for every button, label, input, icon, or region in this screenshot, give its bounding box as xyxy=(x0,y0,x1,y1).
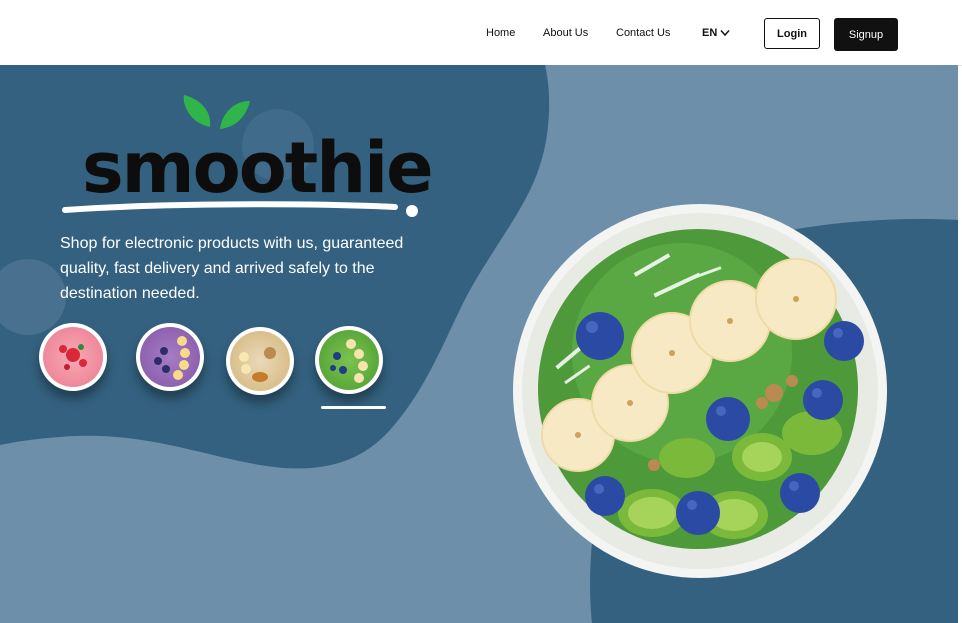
hero-tagline: Shop for electronic products with us, gu… xyxy=(60,235,404,302)
kiwi-icon xyxy=(330,339,368,383)
logo-text: smoothie xyxy=(82,127,434,209)
language-selector[interactable]: EN xyxy=(702,27,730,39)
banana-slices-icon xyxy=(154,336,190,380)
nav-link-contact-us[interactable]: Contact Us xyxy=(616,27,670,39)
thumbnail-banana-granola-bowl[interactable] xyxy=(226,327,294,395)
smoothie-bowl-image xyxy=(513,204,887,578)
language-label: EN xyxy=(702,27,718,39)
login-button[interactable]: Login xyxy=(764,18,820,49)
nav-link-about-us[interactable]: About Us xyxy=(543,27,588,39)
granola-icon xyxy=(239,347,276,382)
active-thumbnail-indicator xyxy=(321,406,386,409)
thumbnail-strawberry-bowl[interactable] xyxy=(39,323,107,391)
nav-link-home[interactable]: Home xyxy=(486,27,515,39)
signup-button[interactable]: Signup xyxy=(834,18,898,51)
hero-section: smoothie Shop for electronic products wi… xyxy=(0,65,958,623)
top-navbar: Home About Us Contact Us EN Login Signup xyxy=(0,0,962,66)
smoothie-logo: smoothie xyxy=(60,95,434,225)
thumbnail-kiwi-blueberry-bowl[interactable] xyxy=(315,326,383,394)
thumbnail-blueberry-banana-bowl[interactable] xyxy=(136,323,204,391)
strawberry-icon xyxy=(59,344,87,370)
chevron-down-icon xyxy=(720,30,730,37)
